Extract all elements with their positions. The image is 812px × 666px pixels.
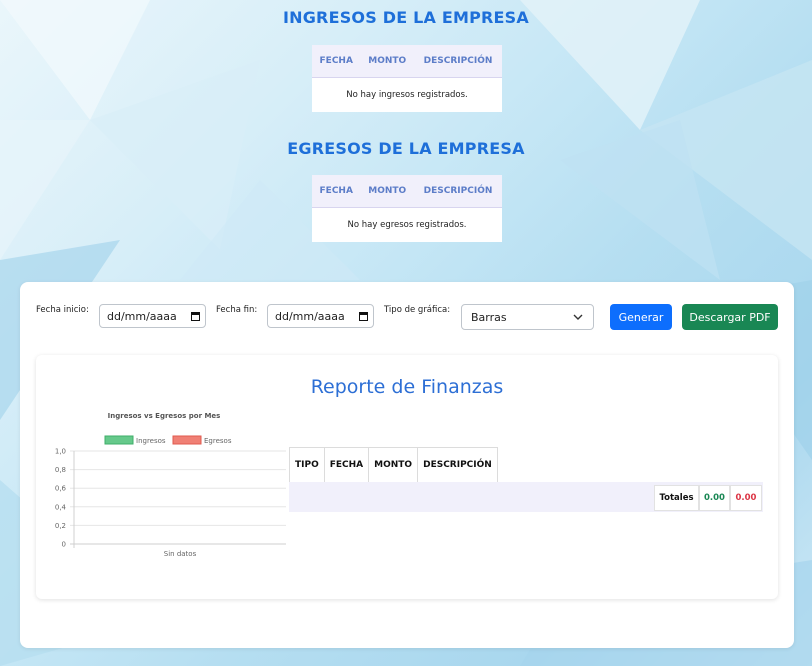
start-date-label: Fecha inicio: bbox=[36, 305, 89, 315]
legend-label-ingresos: Ingresos bbox=[136, 437, 166, 445]
y-tick-label: 0,2 bbox=[55, 522, 66, 530]
ingresos-table: FECHA MONTO DESCRIPCIÓN No hay ingresos … bbox=[312, 45, 502, 112]
report-card: Reporte de Finanzas Ingresos vs Egresos … bbox=[36, 355, 778, 599]
y-tick-label: 1,0 bbox=[55, 448, 66, 456]
end-date-input[interactable]: dd/mm/aaaa bbox=[267, 304, 374, 328]
report-col-monto: MONTO bbox=[368, 447, 419, 483]
report-col-tipo: TIPO bbox=[289, 447, 325, 483]
x-tick-label: Sin datos bbox=[164, 550, 197, 558]
chevron-down-icon bbox=[573, 314, 583, 320]
totals-row: Totales 0.00 0.00 bbox=[289, 482, 763, 512]
bar-chart: Ingresos vs Egresos por Mes Ingresos Egre… bbox=[55, 412, 286, 558]
ingresos-col-fecha: FECHA bbox=[312, 45, 361, 78]
legend-swatch-ingresos bbox=[104, 435, 134, 445]
y-tick-label: 0,6 bbox=[55, 485, 67, 493]
report-col-fecha: FECHA bbox=[323, 447, 370, 483]
generate-button[interactable]: Generar bbox=[610, 304, 672, 330]
report-title: Reporte de Finanzas bbox=[310, 376, 504, 398]
legend-label-egresos: Egresos bbox=[204, 437, 232, 445]
egresos-empty-message: No hay egresos registrados. bbox=[347, 220, 467, 230]
chart-type-label: Tipo de gráfica: bbox=[384, 305, 451, 315]
egresos-table: FECHA MONTO DESCRIPCIÓN No hay egresos r… bbox=[312, 175, 502, 242]
report-col-descripcion: DESCRIPCIÓN bbox=[417, 447, 498, 483]
chart-type-select[interactable]: Barras bbox=[461, 304, 594, 330]
report-table: TIPO FECHA MONTO DESCRIPCIÓN bbox=[289, 447, 498, 483]
chart-type-value: Barras bbox=[471, 310, 507, 324]
start-date-input[interactable]: dd/mm/aaaa bbox=[99, 304, 206, 328]
download-pdf-button[interactable]: Descargar PDF bbox=[682, 304, 778, 330]
total-income-value: 0.00 bbox=[699, 485, 730, 511]
ingresos-title: INGRESOS DE LA EMPRESA bbox=[282, 8, 529, 27]
ingresos-empty-message: No hay ingresos registrados. bbox=[346, 90, 468, 100]
calendar-icon bbox=[191, 312, 200, 321]
totals-label: Totales bbox=[654, 485, 699, 511]
legend-swatch-egresos bbox=[172, 435, 202, 445]
total-expense-value: 0.00 bbox=[730, 485, 762, 511]
y-tick-label: 0,8 bbox=[55, 466, 66, 474]
ingresos-col-monto: MONTO bbox=[360, 45, 415, 78]
egresos-title: EGRESOS DE LA EMPRESA bbox=[287, 139, 525, 158]
start-date-value: dd/mm/aaaa bbox=[107, 309, 177, 323]
report-panel: Fecha inicio: dd/mm/aaaa Fecha fin: dd/m… bbox=[20, 282, 794, 648]
chart-legend: Ingresos Egresos bbox=[104, 435, 232, 445]
egresos-col-monto: MONTO bbox=[360, 175, 415, 208]
egresos-col-fecha: FECHA bbox=[312, 175, 361, 208]
egresos-col-descripcion: DESCRIPCIÓN bbox=[414, 175, 502, 208]
y-tick-label: 0,4 bbox=[55, 503, 67, 511]
end-date-label: Fecha fin: bbox=[216, 305, 258, 315]
chart-title: Ingresos vs Egresos por Mes bbox=[108, 412, 221, 420]
end-date-value: dd/mm/aaaa bbox=[275, 309, 345, 323]
chart-plot-area: 1,0 0,8 0,6 0,4 0,2 0 Sin datos bbox=[55, 448, 286, 558]
y-tick-label: 0 bbox=[62, 541, 66, 549]
calendar-icon bbox=[359, 312, 368, 321]
ingresos-col-descripcion: DESCRIPCIÓN bbox=[414, 45, 502, 78]
